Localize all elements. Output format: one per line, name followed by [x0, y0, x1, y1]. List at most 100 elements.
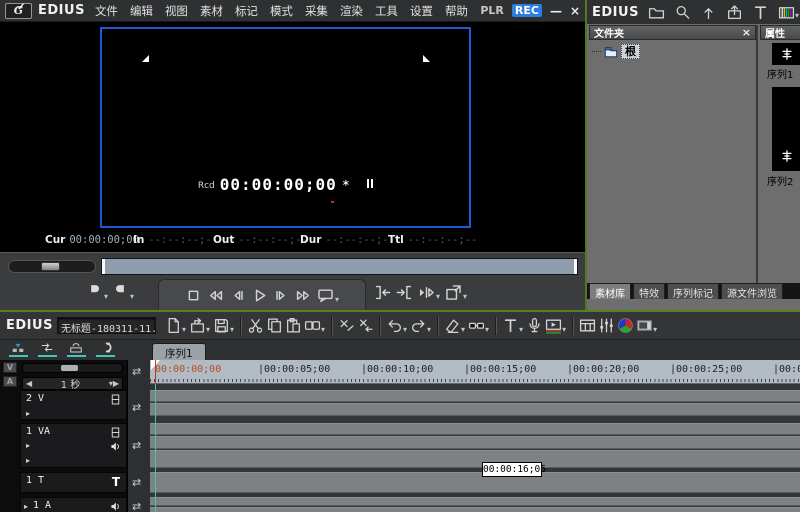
video-mute-button[interactable]: V [3, 362, 17, 373]
menu-item-9[interactable]: 工具 [375, 3, 398, 19]
snap-magnet-button[interactable] [93, 341, 117, 359]
scale-next-icon[interactable]: ▶ [113, 379, 119, 388]
flag-out-button[interactable]: ▾ [110, 282, 136, 303]
bin-item-sequence1-thumbnail[interactable] [772, 43, 800, 65]
rewind-button[interactable] [205, 285, 226, 306]
patch-arrows-icon[interactable]: ⇄ [132, 402, 141, 414]
next-frame-button[interactable] [271, 285, 292, 306]
set-in-out-button[interactable]: ▾ [467, 316, 491, 335]
folder-button[interactable] [647, 3, 666, 22]
color-correction-button[interactable] [616, 316, 635, 335]
ripple-mode-button[interactable] [64, 341, 88, 359]
chevron-down-icon[interactable]: ▾ [436, 292, 440, 301]
lane-1va-video[interactable] [150, 423, 800, 435]
open-project-button[interactable]: ▾ [188, 316, 212, 335]
bin-tab-素材库[interactable]: 素材库 [589, 283, 631, 299]
shuttle-slider[interactable] [8, 260, 96, 273]
audio-mixer-button[interactable] [597, 316, 616, 335]
menu-item-3[interactable]: 视图 [165, 3, 188, 19]
cut-scissors-button[interactable] [246, 316, 265, 335]
menu-item-2[interactable]: 编辑 [130, 3, 153, 19]
menu-item-4[interactable]: 素材 [200, 3, 223, 19]
monitor-layout-button[interactable]: ▾ [635, 316, 659, 335]
tab-sequence1[interactable]: 序列1 [152, 343, 206, 360]
ripple-delete-button[interactable] [356, 316, 375, 335]
lane-1va-audio[interactable] [150, 436, 800, 449]
lane-1va-sub[interactable] [150, 450, 800, 468]
delete-button[interactable] [337, 316, 356, 335]
redo-button[interactable]: ▾ [409, 316, 433, 335]
track-header-1t[interactable]: 1 T T [0, 472, 127, 493]
patch-arrows-icon[interactable]: ⇄ [132, 366, 141, 378]
up-arrow-button[interactable] [699, 3, 718, 22]
menu-item-5[interactable]: 标记 [235, 3, 258, 19]
track-header-2v[interactable]: 2 V ▸ [0, 390, 127, 420]
lane-1a-sub[interactable] [150, 507, 800, 512]
timeline-ruler[interactable]: 00:00:00;00|00:00:05;00|00:00:10;00|00:0… [150, 360, 800, 384]
patch-arrows-icon[interactable]: ⇄ [132, 501, 141, 512]
chevron-down-icon[interactable]: ▾ [321, 325, 325, 334]
patch-arrows-icon[interactable]: ⇄ [132, 440, 141, 452]
copy-button[interactable] [265, 316, 284, 335]
title-t-button[interactable] [751, 3, 770, 22]
speaker-icon[interactable] [109, 440, 122, 453]
bin-item-sequence2-thumbnail[interactable] [772, 87, 800, 171]
zoom-slider-handle[interactable] [61, 365, 78, 371]
expand-arrow-icon[interactable]: ▸ [26, 409, 30, 418]
undo-button[interactable]: ▾ [385, 316, 409, 335]
chevron-down-icon[interactable]: ▾ [427, 325, 431, 334]
chevron-down-icon[interactable]: ▾ [206, 325, 210, 334]
audio-mute-button[interactable]: A [3, 376, 17, 387]
menu-item-8[interactable]: 渲染 [340, 3, 363, 19]
close-button[interactable]: × [570, 6, 580, 16]
bin-item-sequence1-label[interactable]: 序列1 [767, 66, 793, 81]
stop-button[interactable] [183, 285, 204, 306]
menu-item-10[interactable]: 设置 [410, 3, 433, 19]
expand-arrow-icon[interactable]: ▸ [26, 441, 30, 450]
jump-to-out-button[interactable] [394, 282, 415, 303]
bin-tab-特效[interactable]: 特效 [633, 283, 665, 299]
expand-arrow-icon[interactable]: ▸ [24, 502, 28, 511]
chevron-down-icon[interactable]: ▾ [335, 295, 339, 304]
chevron-down-icon[interactable]: ▾ [403, 325, 407, 334]
folder-tree-root-item[interactable]: 根 [592, 44, 640, 59]
play-button[interactable] [249, 285, 270, 306]
paste-button[interactable] [284, 316, 303, 335]
chevron-down-icon[interactable]: ▾ [562, 325, 566, 334]
fast-forward-button[interactable] [293, 285, 314, 306]
render-in-out-button[interactable]: ▾ [544, 316, 568, 335]
bin-tab-源文件浏览[interactable]: 源文件浏览 [721, 283, 783, 299]
export-frame-button[interactable]: ▾ [443, 282, 469, 303]
lane-1a[interactable] [150, 497, 800, 506]
plr-button[interactable]: PLR [480, 4, 504, 17]
insert-overwrite-mode-button[interactable] [6, 341, 30, 359]
voice-over-button[interactable] [525, 316, 544, 335]
lane-1t[interactable] [150, 472, 800, 493]
rec-button[interactable]: REC [512, 4, 542, 17]
menu-item-11[interactable]: 帮助 [445, 3, 468, 19]
track-header-1a[interactable]: ▸ 1 A [0, 497, 127, 512]
chevron-down-icon[interactable]: ▾ [182, 325, 186, 334]
chevron-down-icon[interactable]: ▾ [485, 325, 489, 334]
shuttle-handle[interactable] [41, 262, 60, 271]
save-project-button[interactable]: ▾ [212, 316, 236, 335]
open-bin-button[interactable] [578, 316, 597, 335]
timeline-tracks-area[interactable]: 00:00:16;05 [150, 384, 800, 512]
speaker-icon[interactable] [109, 500, 122, 512]
flag-in-button[interactable]: ▾ [84, 282, 110, 303]
sync-mode-button[interactable] [35, 341, 59, 359]
menu-item-1[interactable]: 文件 [95, 3, 118, 19]
position-bar[interactable] [101, 258, 578, 275]
jump-to-in-button[interactable] [372, 282, 393, 303]
time-scale-selector[interactable]: ◀ 1 秒 ▾ ▶ [22, 377, 123, 390]
add-clip-button[interactable] [725, 3, 744, 22]
patch-arrows-icon[interactable]: ⇄ [132, 477, 141, 489]
bin-tab-序列标记[interactable]: 序列标记 [667, 283, 719, 299]
expand-arrow-icon[interactable]: ▸ [26, 456, 30, 465]
bin-item-sequence2-label[interactable]: 序列2 [767, 173, 793, 188]
prev-frame-button[interactable] [227, 285, 248, 306]
minimize-button[interactable]: — [550, 6, 562, 16]
add-clip-pair-button[interactable]: ▾ [303, 316, 327, 335]
chevron-down-icon[interactable]: ▾ [130, 292, 134, 301]
play-around-button[interactable]: ▾ [416, 282, 442, 303]
